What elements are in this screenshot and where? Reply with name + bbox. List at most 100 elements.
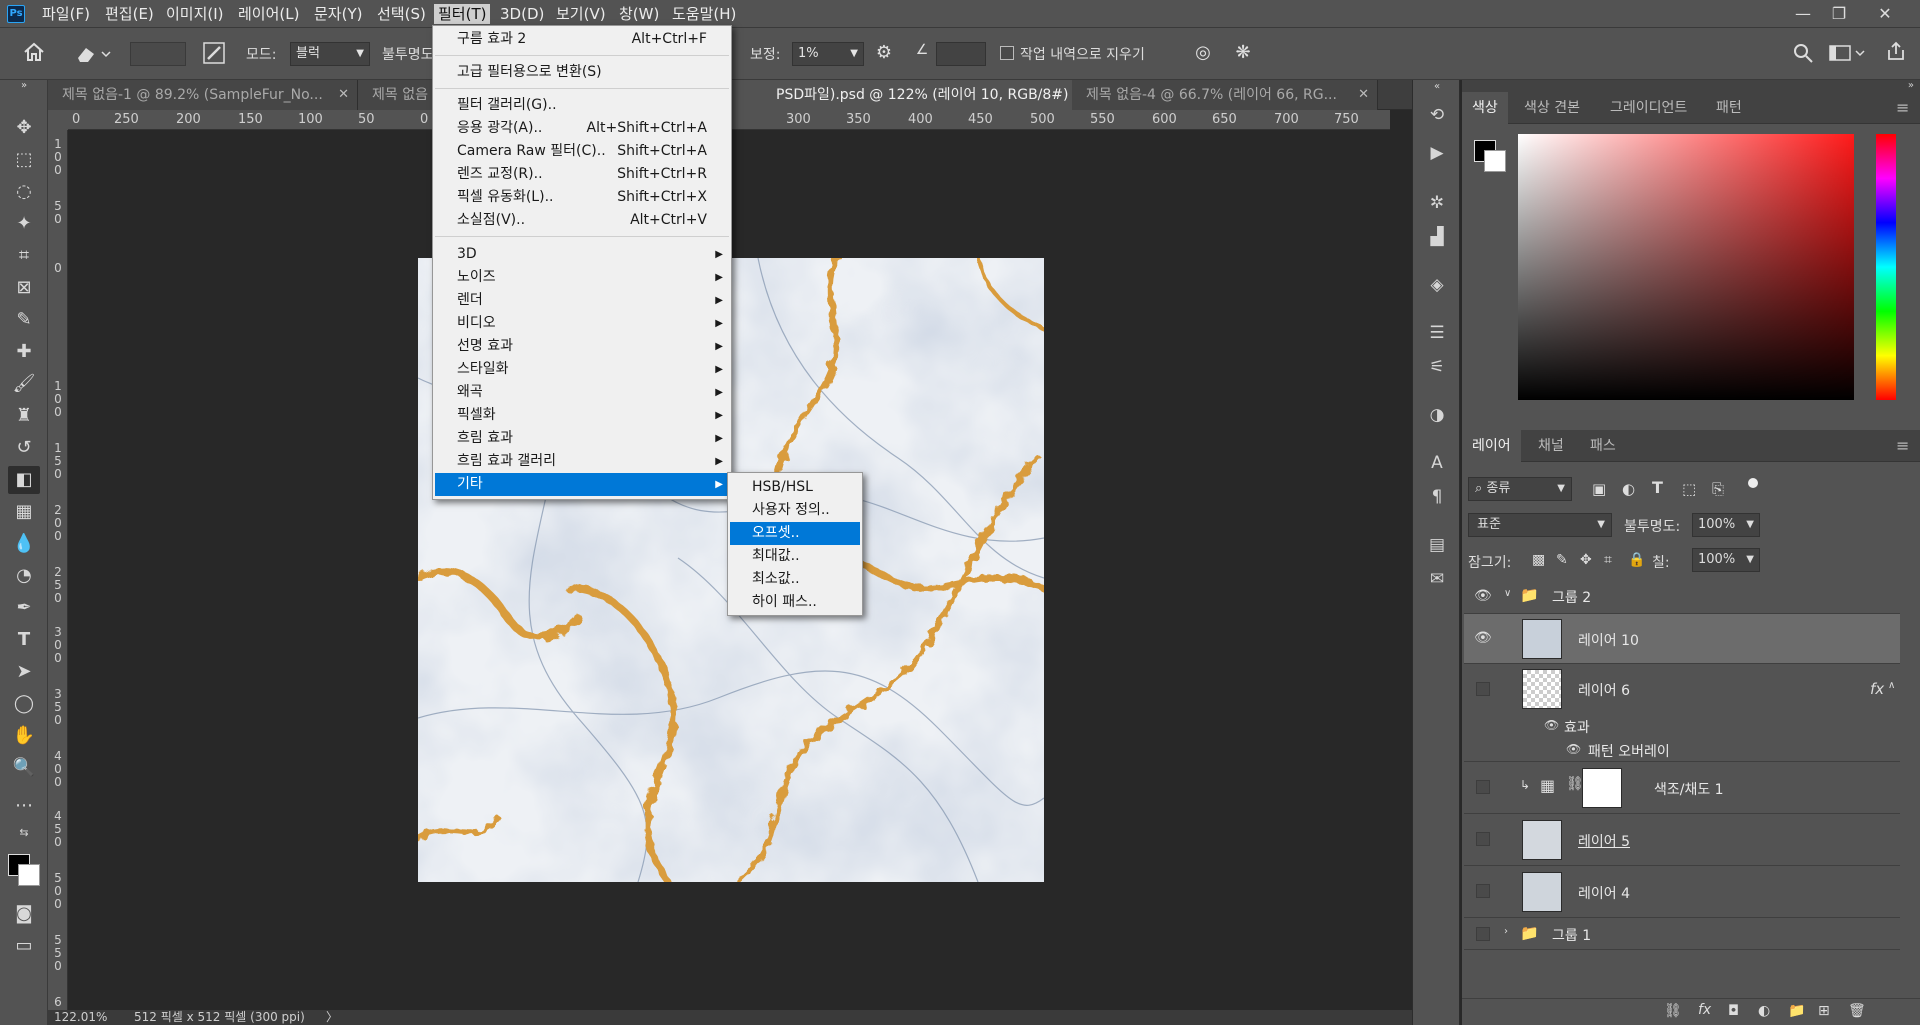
visibility-toggle[interactable]: [1476, 780, 1490, 794]
layer-row-hue-saturation[interactable]: ↳ ▦ ⛓ 색조/채도 1: [1464, 762, 1900, 814]
filter-shape-icon[interactable]: ⬚: [1682, 480, 1696, 498]
add-style-icon[interactable]: fx: [1698, 1002, 1711, 1018]
eraser-tool-icon[interactable]: ◧: [8, 466, 40, 494]
smoothing-gear-icon[interactable]: ⚙: [872, 42, 896, 66]
lock-image-icon[interactable]: ✎: [1556, 552, 1568, 568]
filter-adjustment-icon[interactable]: ◐: [1622, 480, 1635, 498]
healing-brush-tool-icon[interactable]: ✚: [8, 338, 40, 366]
character-panel-icon[interactable]: A: [1421, 450, 1453, 476]
submenu-item-offset[interactable]: 오프셋..: [730, 522, 860, 545]
visibility-toggle[interactable]: [1476, 832, 1490, 846]
layer-row-group-1[interactable]: › 📁 그룹 1: [1464, 918, 1900, 950]
submenu-item-maximum[interactable]: 최대값..: [730, 545, 860, 568]
document-tab[interactable]: 제목 없음-1 @ 89.2% (SampleFur_No... ✕: [48, 80, 358, 110]
menu-item-adaptive-wide-angle[interactable]: 응용 광각(A).. Alt+Shift+Ctrl+A: [435, 117, 729, 140]
menu-item-camera-raw[interactable]: Camera Raw 필터(C).. Shift+Ctrl+A: [435, 140, 729, 163]
menu-3d[interactable]: 3D(D): [496, 4, 548, 24]
menu-item-liquify[interactable]: 픽셀 유동화(L).. Shift+Ctrl+X: [435, 186, 729, 209]
link-layers-icon[interactable]: ⛓: [1664, 1003, 1682, 1019]
quick-mask-icon[interactable]: ◙: [8, 900, 40, 928]
chevron-right-icon[interactable]: ›: [1504, 926, 1508, 937]
menu-item-distort[interactable]: 왜곡 ▶: [435, 381, 729, 404]
eye-icon[interactable]: 👁: [1474, 588, 1492, 604]
mode-select[interactable]: 블럭 ▼: [290, 42, 370, 66]
erase-history-checkbox[interactable]: [1000, 46, 1014, 60]
new-adjustment-icon[interactable]: ◐: [1758, 1003, 1770, 1019]
menu-item-blur-gallery[interactable]: 흐림 효과 갤러리 ▶: [435, 450, 729, 473]
panel-menu-icon[interactable]: ≡: [1886, 430, 1919, 462]
stamp-tool-icon[interactable]: ♜: [8, 402, 40, 430]
menu-item-vanishing-point[interactable]: 소실점(V).. Alt+Ctrl+V: [435, 209, 729, 232]
layer-opacity-input[interactable]: 100% ▼: [1692, 513, 1760, 537]
menu-view[interactable]: 보기(V): [552, 4, 610, 24]
swap-colors-icon[interactable]: ⇆: [8, 824, 40, 842]
angle-input[interactable]: [936, 42, 986, 66]
zoom-level[interactable]: 122.01%: [54, 1010, 107, 1025]
fx-badge[interactable]: fx: [1870, 680, 1884, 698]
close-icon[interactable]: ✕: [1870, 2, 1900, 26]
menu-item-blur[interactable]: 흐림 효과 ▶: [435, 427, 729, 450]
more-tools-icon[interactable]: ⋯: [8, 792, 40, 820]
menu-layer[interactable]: 레이어(L): [234, 4, 303, 24]
filter-type-icon[interactable]: T: [1652, 478, 1663, 497]
menu-item-video[interactable]: 비디오 ▶: [435, 312, 729, 335]
lock-all-icon[interactable]: 🔒: [1628, 552, 1645, 568]
new-group-icon[interactable]: 📁: [1788, 1003, 1805, 1019]
menu-filter[interactable]: 필터(T): [434, 4, 491, 24]
hand-tool-icon[interactable]: ✋: [8, 722, 40, 750]
menu-item-noise[interactable]: 노이즈 ▶: [435, 266, 729, 289]
restore-icon[interactable]: ❐: [1824, 2, 1854, 26]
hue-slider[interactable]: [1876, 134, 1896, 400]
magic-wand-tool-icon[interactable]: ✦: [8, 210, 40, 238]
workspace-icon[interactable]: [1828, 42, 1868, 66]
status-arrow-icon[interactable]: 〉: [326, 1010, 338, 1025]
menu-type[interactable]: 문자(Y): [310, 4, 366, 24]
layer-row-layer-10[interactable]: 👁 레이어 10: [1464, 614, 1900, 664]
eye-icon[interactable]: 👁: [1474, 630, 1492, 646]
menu-item-convert-smart-filter[interactable]: 고급 필터용으로 변환(S): [435, 61, 729, 84]
lasso-tool-icon[interactable]: ◌: [8, 178, 40, 206]
panel-menu-icon[interactable]: ≡: [1886, 92, 1919, 124]
submenu-item-hsb-hsl[interactable]: HSB/HSL: [730, 476, 860, 499]
layer-kind-filter[interactable]: ⌕ 종류 ▼: [1468, 477, 1572, 501]
eraser-preset-icon[interactable]: [74, 42, 114, 66]
dodge-tool-icon[interactable]: ◔: [8, 562, 40, 590]
move-tool-icon[interactable]: ✥: [8, 114, 40, 142]
collapse-chevron-icon[interactable]: »: [1462, 80, 1920, 92]
lock-position-icon[interactable]: ✥: [1580, 552, 1592, 568]
pen-tool-icon[interactable]: ✒: [8, 594, 40, 622]
blend-mode-select[interactable]: 표준 ▼: [1468, 513, 1612, 537]
blur-tool-icon[interactable]: 💧: [8, 530, 40, 558]
menu-item-other[interactable]: 기타 ▶: [435, 473, 729, 496]
menu-image[interactable]: 이미지(I): [162, 4, 228, 24]
brush-settings-panel-icon[interactable]: ☰: [1421, 320, 1453, 346]
menu-item-3d[interactable]: 3D ▶: [435, 243, 729, 266]
ellipse-tool-icon[interactable]: ◯: [8, 690, 40, 718]
lock-artboard-icon[interactable]: ⌗: [1604, 552, 1612, 568]
search-icon[interactable]: [1790, 42, 1816, 66]
home-icon[interactable]: [20, 40, 48, 68]
visibility-toggle[interactable]: [1476, 884, 1490, 898]
zoom-tool-icon[interactable]: 🔍: [8, 754, 40, 782]
brush-tool-icon[interactable]: 🖌: [8, 370, 40, 398]
share-icon[interactable]: [1882, 40, 1910, 66]
notes-panel-icon[interactable]: ✉: [1421, 566, 1453, 592]
submenu-item-minimum[interactable]: 최소값..: [730, 568, 860, 591]
document-tab[interactable]: 제목 없음-4 @ 66.7% (레이어 66, RG... ✕: [1072, 80, 1378, 110]
layer-effects-row[interactable]: 👁 효과: [1464, 714, 1900, 738]
add-mask-icon[interactable]: ◘: [1728, 1003, 1739, 1019]
tab-gradients[interactable]: 그레이디언트: [1600, 92, 1697, 124]
tab-patterns[interactable]: 패턴: [1706, 92, 1752, 124]
path-selection-tool-icon[interactable]: ➤: [8, 658, 40, 686]
menu-item-render[interactable]: 렌더 ▶: [435, 289, 729, 312]
chevron-up-icon[interactable]: ∧: [1888, 680, 1895, 691]
symmetry-icon[interactable]: ❋: [1230, 42, 1256, 66]
layer-mask-thumbnail[interactable]: [1582, 768, 1622, 808]
menu-item-lens-correction[interactable]: 렌즈 교정(R).. Shift+Ctrl+R: [435, 163, 729, 186]
eyedropper-tool-icon[interactable]: ✎: [8, 306, 40, 334]
new-layer-icon[interactable]: ⊞: [1818, 1003, 1830, 1019]
histogram-panel-icon[interactable]: ▟: [1421, 224, 1453, 250]
filter-smart-object-icon[interactable]: ⎘: [1712, 480, 1724, 498]
menu-item-filter-gallery[interactable]: 필터 갤러리(G)..: [435, 94, 729, 117]
tab-paths[interactable]: 패스: [1580, 430, 1626, 462]
